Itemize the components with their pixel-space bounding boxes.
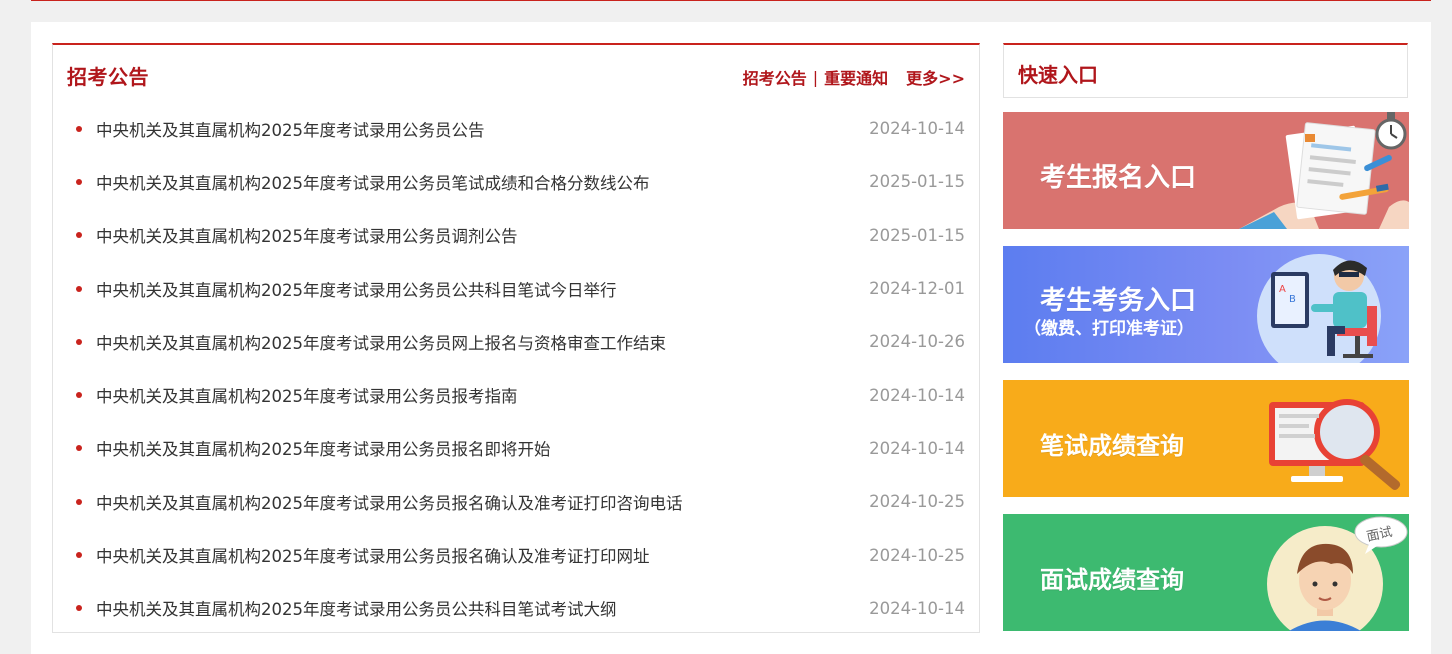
notice-title[interactable]: 中央机关及其直属机构2025年度考试录用公务员报名确认及准考证打印网址 <box>96 543 650 567</box>
top-bar <box>0 0 1452 22</box>
quick-entrance-header: 快速入口 <box>1003 43 1408 98</box>
link-separator: | <box>812 67 819 87</box>
card-label: 面试成绩查询 <box>1040 566 1184 594</box>
card-sublabel: （缴费、打印准考证） <box>1024 319 1194 339</box>
student-at-computer-icon: A B <box>1257 254 1381 363</box>
notice-title[interactable]: 中央机关及其直属机构2025年度考试录用公务员报名即将开始 <box>96 436 551 460</box>
panel-links: 招考公告 | 重要通知 更多>> <box>743 65 965 89</box>
bullet-icon <box>76 285 82 292</box>
bullet-icon <box>76 338 82 345</box>
bullet-icon <box>76 552 82 559</box>
notice-item[interactable]: 中央机关及其直属机构2025年度考试录用公务员公共科目笔试考试大纲 2024-10… <box>53 582 979 635</box>
notice-item[interactable]: 中央机关及其直属机构2025年度考试录用公务员网上报名与资格审查工作结束 2024… <box>53 315 979 368</box>
card-label: 考生报名入口 <box>1040 163 1197 193</box>
top-divider <box>31 0 1431 1</box>
notice-link[interactable]: 招考公告 <box>743 65 807 89</box>
notice-title[interactable]: 中央机关及其直属机构2025年度考试录用公务员网上报名与资格审查工作结束 <box>96 330 666 354</box>
card-label: 考生考务入口 <box>1040 286 1197 316</box>
notice-date: 2024-10-25 <box>869 545 965 565</box>
svg-text:B: B <box>1289 294 1296 305</box>
quick-entrance-title: 快速入口 <box>1018 63 1098 87</box>
card-label: 笔试成绩查询 <box>1040 432 1184 460</box>
bullet-icon <box>76 125 82 132</box>
notice-title[interactable]: 中央机关及其直属机构2025年度考试录用公务员公共科目笔试考试大纲 <box>96 596 617 620</box>
interview-person-icon: 面试 <box>1267 516 1408 631</box>
notice-panel: 招考公告 招考公告 | 重要通知 更多>> 中央机关及其直属机构2025年度考试… <box>52 43 980 633</box>
notice-date: 2024-10-14 <box>869 385 965 405</box>
exam-affairs-entrance-button[interactable]: 考生考务入口 （缴费、打印准考证） A B <box>1003 246 1409 363</box>
notice-date: 2024-12-01 <box>869 279 965 299</box>
notice-date: 2024-10-14 <box>869 438 965 458</box>
notice-title[interactable]: 中央机关及其直属机构2025年度考试录用公务员公共科目笔试今日举行 <box>96 277 617 301</box>
bullet-icon <box>76 445 82 452</box>
interview-results-button[interactable]: 面试成绩查询 面试 <box>1003 514 1409 631</box>
notice-title[interactable]: 中央机关及其直属机构2025年度考试录用公务员笔试成绩和合格分数线公布 <box>96 170 650 194</box>
written-exam-results-button[interactable]: 笔试成绩查询 <box>1003 380 1409 497</box>
bullet-icon <box>76 178 82 185</box>
important-link[interactable]: 重要通知 <box>824 65 888 89</box>
notice-item[interactable]: 中央机关及其直属机构2025年度考试录用公务员报考指南 2024-10-14 <box>53 368 979 421</box>
bullet-icon <box>76 605 82 612</box>
notice-date: 2025-01-15 <box>869 225 965 245</box>
bullet-icon <box>76 498 82 505</box>
notice-item[interactable]: 中央机关及其直属机构2025年度考试录用公务员报名确认及准考证打印咨询电话 202… <box>53 475 979 528</box>
notice-title[interactable]: 中央机关及其直属机构2025年度考试录用公务员报考指南 <box>96 383 518 407</box>
notice-item[interactable]: 中央机关及其直属机构2025年度考试录用公务员调剂公告 2025-01-15 <box>53 209 979 262</box>
notice-title[interactable]: 中央机关及其直属机构2025年度考试录用公务员公告 <box>96 117 485 141</box>
application-form-icon <box>1239 112 1409 229</box>
notice-title[interactable]: 中央机关及其直属机构2025年度考试录用公务员调剂公告 <box>96 223 518 247</box>
notice-date: 2024-10-14 <box>869 598 965 618</box>
notice-date: 2024-10-26 <box>869 332 965 352</box>
notice-item[interactable]: 中央机关及其直属机构2025年度考试录用公务员报名即将开始 2024-10-14 <box>53 422 979 475</box>
panel-title: 招考公告 <box>67 65 149 89</box>
notice-date: 2024-10-25 <box>869 492 965 512</box>
bullet-icon <box>76 232 82 239</box>
notice-date: 2024-10-14 <box>869 119 965 139</box>
registration-entrance-button[interactable]: 考生报名入口 <box>1003 112 1409 229</box>
notice-item[interactable]: 中央机关及其直属机构2025年度考试录用公务员笔试成绩和合格分数线公布 2025-… <box>53 155 979 208</box>
notice-date: 2025-01-15 <box>869 172 965 192</box>
notice-item[interactable]: 中央机关及其直属机构2025年度考试录用公务员报名确认及准考证打印网址 2024-… <box>53 528 979 581</box>
notice-list: 中央机关及其直属机构2025年度考试录用公务员公告 2024-10-14 中央机关… <box>53 102 979 635</box>
more-link[interactable]: 更多>> <box>906 65 965 89</box>
notice-item[interactable]: 中央机关及其直属机构2025年度考试录用公务员公告 2024-10-14 <box>53 102 979 155</box>
bullet-icon <box>76 392 82 399</box>
monitor-magnifier-icon <box>1269 399 1401 490</box>
notice-item[interactable]: 中央机关及其直属机构2025年度考试录用公务员公共科目笔试今日举行 2024-12… <box>53 262 979 315</box>
notice-title[interactable]: 中央机关及其直属机构2025年度考试录用公务员报名确认及准考证打印咨询电话 <box>96 490 683 514</box>
svg-text:A: A <box>1279 284 1286 295</box>
